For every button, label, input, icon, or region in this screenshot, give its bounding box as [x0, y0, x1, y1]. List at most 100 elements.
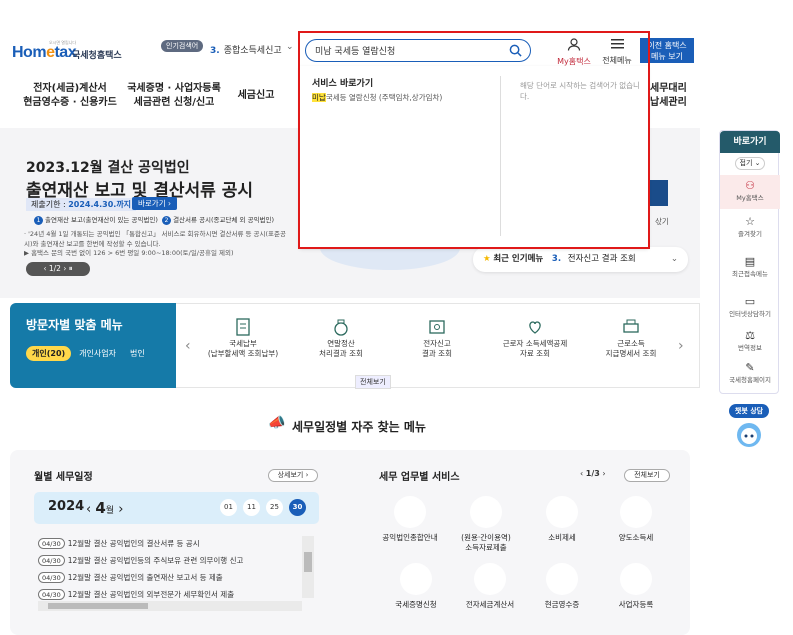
visitor-card-year-end[interactable]: 연말정산 처리결과 조회: [300, 318, 382, 359]
hero-note: · '24년 4월 1일 개통되는 공익법인 「통합신고」 서비스로 회유하시면…: [24, 230, 286, 248]
gavel-icon: ⚖: [745, 329, 755, 342]
tab-individual[interactable]: 개인(20): [26, 346, 72, 361]
bullet-number: 1: [34, 216, 43, 225]
hero-title-1: 2023.12월 결산 공익법인: [26, 160, 190, 176]
gnb-line: 세금신고: [237, 90, 275, 101]
sidebar-item-nts-home[interactable]: ✎ 국세청홈페이지: [720, 361, 780, 384]
schedule-list: 04/30 12월말 결산 공익법인의 결산서류 등 공시 04/30 12월말 결…: [38, 535, 300, 603]
popular-num: 3.: [551, 254, 562, 264]
services-view-all-button[interactable]: 전체보기: [624, 469, 670, 482]
service-business-registration[interactable]: 사업자등록: [600, 563, 672, 610]
logo-mark: Hometax: [12, 44, 77, 61]
quick-links-sidebar: 바로가기 접기 ⌄ ⚇ My홈택스 ☆ 즐겨찾기 ▤ 최근접속메뉴 ▭ 인터넷상담하기 …: [719, 130, 780, 394]
bullet-text: 출연재산 보고(출연재산이 있는 공익법인): [45, 216, 158, 224]
visitor-tabs: 개인(20) 개인사업자 법인: [26, 346, 153, 361]
chatbot-icon: [737, 423, 761, 447]
highlight-box: [298, 31, 650, 249]
service-certificate[interactable]: 국세증명신청: [380, 563, 452, 610]
filing-icon: [429, 320, 445, 334]
sidebar-fold-button[interactable]: 접기 ⌄: [735, 157, 765, 170]
day-button[interactable]: 11: [243, 499, 260, 516]
visitor-card-earned-income[interactable]: 근로소득 지급명세서 조회: [590, 318, 672, 359]
chevron-down-icon[interactable]: ⌄: [671, 247, 678, 272]
gnb-menu-tax-return[interactable]: 세금신고: [232, 89, 280, 103]
house-money-icon: [620, 496, 652, 528]
hero-right-text: 삯기: [655, 217, 669, 226]
monthly-schedule-title: 월별 세무일정: [34, 472, 93, 483]
sidebar-item-law[interactable]: ⚖ 번역정보: [720, 329, 780, 352]
heart-hand-icon: [529, 321, 541, 334]
gnb-menu-certificate[interactable]: 국세증명 · 사업자등록 세금관련 신청/신고: [124, 82, 224, 110]
hero-pager[interactable]: ‹ 1/2 › ⏸: [26, 262, 90, 276]
document-icon: [236, 318, 250, 336]
sidebar-item-recent[interactable]: ▤ 최근접속메뉴: [720, 255, 780, 278]
hero-shortcut-button[interactable]: 바로가기 ›: [132, 197, 177, 210]
chevron-left-icon[interactable]: ‹: [185, 338, 191, 354]
chatbot-button[interactable]: 챗봇 상담: [729, 404, 769, 454]
chevron-left-icon[interactable]: ‹: [580, 469, 583, 478]
service-e-invoice[interactable]: 전자세금계산서: [454, 563, 526, 610]
visitor-card-deduction[interactable]: 근로자 소득세액공제 자료 조회: [494, 318, 576, 359]
envelope-icon: [474, 563, 506, 595]
logo-name: 국세청홈택스: [72, 51, 122, 61]
schedule-detail-button[interactable]: 상세보기 ›: [268, 469, 318, 482]
calendar-month: ‹ 4월 ›: [86, 499, 124, 517]
star-icon: ★: [483, 254, 491, 264]
chevron-right-icon[interactable]: ›: [118, 502, 123, 517]
sidebar-item-favorites[interactable]: ☆ 즐겨찾기: [720, 215, 780, 238]
cart-icon: [546, 496, 578, 528]
sidebar-item-consult[interactable]: ▭ 인터넷상담하기: [720, 295, 780, 318]
service-public-interest[interactable]: 공익법인종합안내: [374, 496, 446, 543]
frequent-menu-title: 세무일정별 자주 찾는 메뉴: [292, 420, 426, 434]
receipt-icon: [546, 563, 578, 595]
popular-label: 최근 인기메뉴: [493, 254, 544, 264]
sidebar-item-myhome[interactable]: ⚇ My홈택스: [720, 175, 780, 209]
user-icon: ⚇: [745, 179, 755, 192]
chevron-right-icon[interactable]: ›: [678, 338, 684, 354]
gnb-menu-agent[interactable]: 세무대리 납세관리: [650, 82, 700, 110]
day-button[interactable]: 01: [220, 499, 237, 516]
star-icon: ☆: [745, 215, 755, 228]
tab-sole-proprietor[interactable]: 개인사업자: [73, 346, 122, 361]
service-consumption-tax[interactable]: 소비제세: [526, 496, 598, 543]
gnb-line: 현금영수증 · 신용카드: [23, 97, 117, 108]
popular-search-item[interactable]: 3. 종합소득세신고: [210, 43, 282, 56]
visitor-card-e-filing[interactable]: 전자신고 결과 조회: [396, 318, 478, 359]
visitor-card-tax-payment[interactable]: 국세납부 (납부할세액 조회납부): [202, 318, 284, 359]
vertical-scrollbar[interactable]: [302, 536, 314, 598]
printer-icon: [400, 563, 432, 595]
recent-popular-menu[interactable]: ★ 최근 인기메뉴 3. 전자신고 결과 조회 ⌄: [473, 247, 688, 272]
service-capital-gains[interactable]: 양도소득세: [600, 496, 672, 543]
chevron-left-icon[interactable]: ‹: [86, 502, 91, 517]
chatbot-label: 챗봇 상담: [729, 404, 769, 418]
hero-notes: · '24년 4월 1일 개통되는 공익법인 「통합신고」 서비스로 회유하시면…: [24, 230, 294, 259]
sidebar-title: 바로가기: [720, 131, 780, 153]
hometax-logo[interactable]: 오시면 열립니다 Hometax 국세청홈택스: [12, 38, 128, 66]
list-item[interactable]: 04/30 12월말 결산 공익법인의 출연재산 보고서 등 제출: [38, 569, 300, 586]
hero-side-button[interactable]: [650, 180, 668, 206]
chevron-right-icon[interactable]: ›: [602, 469, 605, 478]
gnb-line: 전자(세금)계산서: [33, 83, 107, 94]
gnb-menu-e-invoice[interactable]: 전자(세금)계산서 현금영수증 · 신용카드: [20, 82, 120, 110]
visitor-view-all-button[interactable]: 전체보기: [355, 375, 391, 389]
money-bag-icon: [334, 319, 348, 336]
list-item[interactable]: 04/30 12월말 결산 공익법인의 결산서류 등 공시: [38, 535, 300, 552]
printer-icon: [623, 319, 639, 333]
calendar-year: 2024: [48, 499, 85, 514]
bullet-number: 2: [162, 216, 172, 225]
service-income-data[interactable]: (원용·간이용역) 소득자료제출: [450, 496, 522, 553]
chevron-down-icon[interactable]: ⌄: [286, 42, 294, 52]
gnb-line: 국세증명 · 사업자등록: [127, 83, 221, 94]
horizontal-scrollbar[interactable]: [38, 601, 302, 611]
tab-corporation[interactable]: 법인: [124, 346, 151, 361]
megaphone-icon: 📣: [268, 415, 286, 431]
day-button[interactable]: 25: [266, 499, 283, 516]
tax-services-title: 세무 업무별 서비스: [379, 472, 460, 483]
popular-search-badge: 인기검색어: [161, 40, 204, 52]
service-cash-receipt[interactable]: 현금영수증: [526, 563, 598, 610]
gnb-line: 납세관리: [650, 97, 687, 108]
deadline-label: 제출기한 : 2024.4.30.까지: [26, 198, 137, 211]
list-item[interactable]: 04/30 12월말 결산 공익법인등의 주식보유 관련 의무이행 신고: [38, 552, 300, 569]
day-button-selected[interactable]: 30: [289, 499, 306, 516]
visitor-menu-title: 방문자별 맞춤 메뉴: [26, 318, 123, 332]
